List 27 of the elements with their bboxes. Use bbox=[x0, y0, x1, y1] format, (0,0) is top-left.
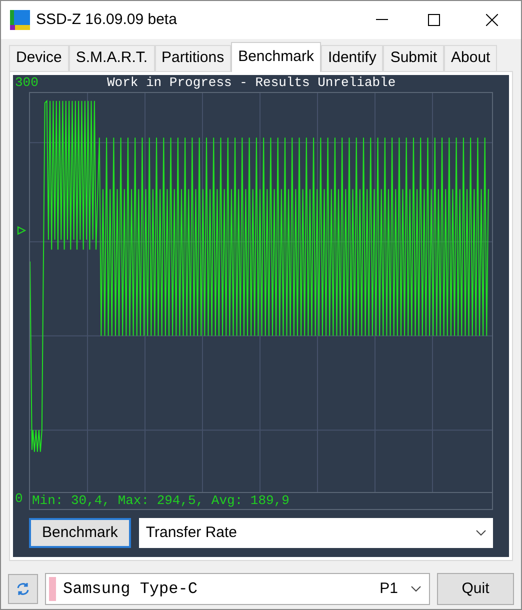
test-select[interactable]: Transfer Rate bbox=[138, 518, 493, 548]
refresh-icon bbox=[15, 580, 31, 597]
tab[interactable]: Device bbox=[9, 44, 69, 71]
minimize-icon bbox=[376, 19, 388, 21]
partition-label: P1 bbox=[380, 578, 398, 599]
graph-stats: Min: 30,4, Max: 294,5, Avg: 189,9 bbox=[32, 492, 290, 510]
tab[interactable]: Submit bbox=[383, 44, 444, 71]
tab[interactable]: Identify bbox=[320, 44, 384, 71]
triangle-marker-icon bbox=[17, 226, 26, 235]
window-title: SSD-Z 16.09.09 beta bbox=[36, 10, 177, 30]
tab[interactable]: Benchmark bbox=[231, 42, 321, 72]
chevron-down-icon bbox=[476, 530, 486, 536]
drive-select[interactable]: Samsung Type-C P1 bbox=[45, 572, 430, 605]
benchmark-button[interactable]: Benchmark bbox=[29, 518, 131, 548]
axis-label: 300 bbox=[15, 74, 40, 92]
tab[interactable]: About bbox=[444, 44, 498, 71]
quit-button[interactable]: Quit bbox=[437, 572, 514, 605]
drive-color-marker bbox=[49, 576, 56, 601]
maximize-icon bbox=[428, 14, 440, 26]
tab[interactable]: Partitions bbox=[154, 44, 232, 71]
app-logo-icon bbox=[10, 10, 30, 30]
axis-label: 0 bbox=[15, 490, 24, 508]
tab[interactable]: S.M.A.R.T. bbox=[68, 44, 155, 71]
close-icon bbox=[486, 14, 498, 26]
graph-title: Work in Progress - Results Unreliable bbox=[107, 74, 396, 92]
refresh-button[interactable] bbox=[8, 574, 38, 604]
chevron-down-icon bbox=[411, 586, 421, 592]
